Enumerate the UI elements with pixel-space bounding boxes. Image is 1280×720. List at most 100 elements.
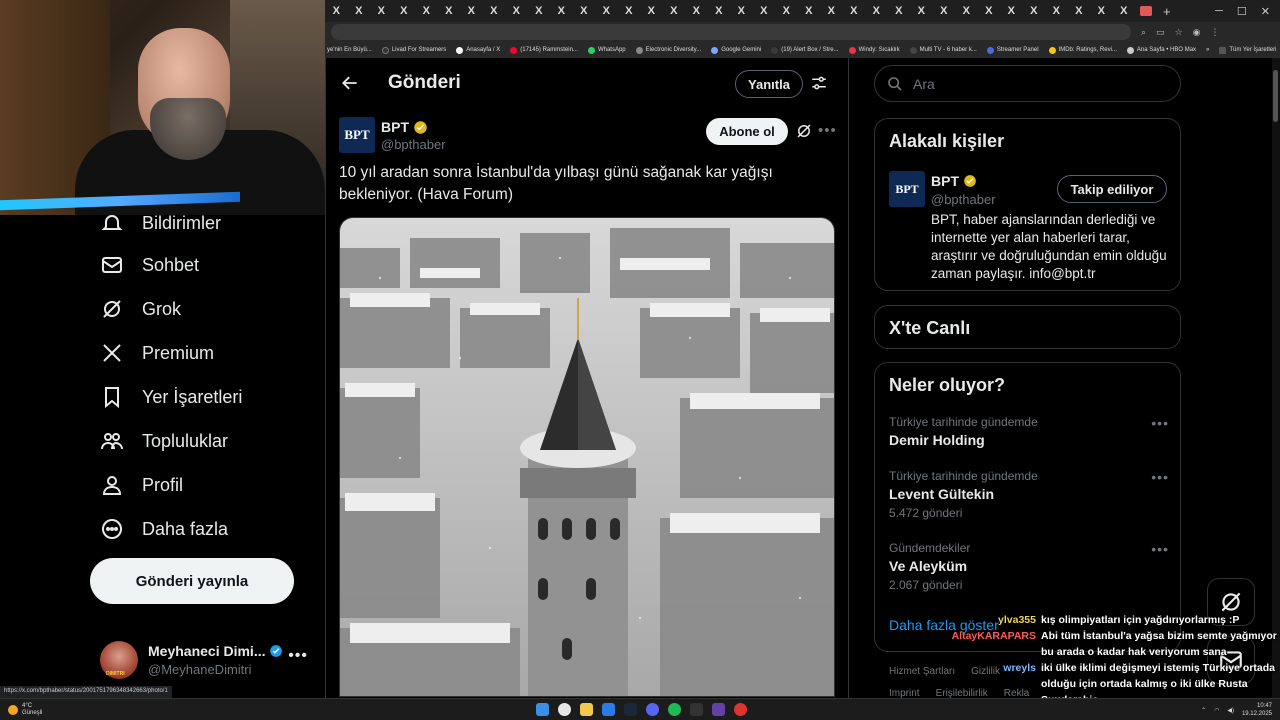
tab-x[interactable]: X xyxy=(1045,5,1068,17)
network-icon[interactable]: ◠ xyxy=(1214,707,1219,714)
chevron-up-icon[interactable]: ⌃ xyxy=(1201,707,1206,714)
reply-button[interactable]: Yanıtla xyxy=(735,70,803,98)
more-horizontal-icon[interactable]: ••• xyxy=(1151,415,1169,431)
active-tab-favicon[interactable] xyxy=(1140,6,1152,16)
bookmark-item[interactable]: (17145) Rammstein... xyxy=(510,46,578,54)
bookmark-item[interactable]: Google Gemini xyxy=(711,46,761,54)
tab-x[interactable]: X xyxy=(775,5,798,17)
volume-icon[interactable]: ◀) xyxy=(1227,707,1234,714)
tab-x[interactable]: X xyxy=(1068,5,1091,17)
tab-x[interactable]: X xyxy=(1113,5,1136,17)
obs-icon[interactable] xyxy=(734,703,747,716)
discord-icon[interactable] xyxy=(646,703,659,716)
bookmarks-overflow-icon[interactable]: » xyxy=(1206,47,1209,53)
close-window-icon[interactable]: ✕ xyxy=(1261,5,1270,18)
tab-x[interactable]: X xyxy=(573,5,596,17)
spotify-icon[interactable] xyxy=(668,703,681,716)
tab-x[interactable]: X xyxy=(708,5,731,17)
more-horizontal-icon[interactable]: ••• xyxy=(1151,541,1169,557)
tab-x[interactable]: X xyxy=(978,5,1001,17)
sidebar-item-grok[interactable]: Grok xyxy=(100,297,181,321)
tab-x[interactable]: X xyxy=(910,5,933,17)
footer-link[interactable]: Hizmet Şartları xyxy=(889,666,955,677)
tab-x[interactable]: X xyxy=(1090,5,1113,17)
tab-x[interactable]: X xyxy=(955,5,978,17)
minimize-icon[interactable]: ─ xyxy=(1215,5,1223,18)
sidebar-item-bookmarks[interactable]: Yer İşaretleri xyxy=(100,385,242,409)
bookmark-item[interactable]: Multi TV - 6 haber k... xyxy=(909,46,977,54)
page-scrollbar[interactable] xyxy=(1272,58,1280,698)
star-icon[interactable]: ☆ xyxy=(1175,27,1183,38)
zoom-icon[interactable]: ⌕ xyxy=(1141,27,1146,38)
account-switcher[interactable]: DIMITRI Meyhaneci Dimi... @MeyhaneDimitr… xyxy=(100,635,320,685)
back-arrow-icon[interactable] xyxy=(340,73,360,93)
tweet-author-avatar[interactable]: BPT xyxy=(339,117,375,153)
post-button[interactable]: Gönderi yayınla xyxy=(90,558,294,604)
epic-games-icon[interactable] xyxy=(690,703,703,716)
start-icon[interactable] xyxy=(536,703,549,716)
grok-icon[interactable] xyxy=(795,122,813,140)
all-bookmarks-folder[interactable]: Tüm Yer İşaretleri xyxy=(1219,46,1276,54)
tab-x[interactable]: X xyxy=(843,5,866,17)
search-input[interactable]: Ara xyxy=(874,65,1181,102)
tab-x[interactable]: X xyxy=(888,5,911,17)
tab-x[interactable]: X xyxy=(798,5,821,17)
app-icon[interactable] xyxy=(712,703,725,716)
tab-x[interactable]: X xyxy=(640,5,663,17)
bookmark-item[interactable]: WhatsApp xyxy=(587,46,626,54)
maximize-icon[interactable]: ☐ xyxy=(1237,5,1247,18)
bookmark-item[interactable]: Anasayfa / X xyxy=(456,46,500,54)
tab-x[interactable]: X xyxy=(438,5,461,17)
tab-x[interactable]: X xyxy=(550,5,573,17)
sidebar-item-chat[interactable]: Sohbet xyxy=(100,253,199,277)
new-tab-icon[interactable]: + xyxy=(1163,4,1171,19)
tweet-photo[interactable] xyxy=(339,217,835,697)
clock[interactable]: 10:47 19.12.2025 xyxy=(1242,702,1272,718)
tab-x[interactable]: X xyxy=(595,5,618,17)
tab-x[interactable]: X xyxy=(865,5,888,17)
tab-x[interactable]: X xyxy=(505,5,528,17)
filter-icon[interactable] xyxy=(810,74,828,92)
app-icon[interactable] xyxy=(602,703,615,716)
subscribe-button[interactable]: Abone ol xyxy=(706,118,788,145)
steam-icon[interactable] xyxy=(624,703,637,716)
tab-x[interactable]: X xyxy=(370,5,393,17)
chrome-icon[interactable] xyxy=(558,703,571,716)
related-name[interactable]: BPT xyxy=(931,173,977,189)
sidebar-item-more[interactable]: Daha fazla xyxy=(100,517,228,541)
tab-x[interactable]: X xyxy=(1000,5,1023,17)
cast-icon[interactable]: ▭ xyxy=(1156,27,1165,38)
trend-item[interactable]: Gündemdekiler Ve Aleyküm 2.067 gönderi •… xyxy=(889,541,1169,592)
sidebar-item-communities[interactable]: Topluluklar xyxy=(100,429,228,453)
related-avatar[interactable]: BPT xyxy=(889,171,925,207)
extension-icon[interactable]: ◉ xyxy=(1193,27,1201,38)
tab-x[interactable]: X xyxy=(618,5,641,17)
more-horizontal-icon[interactable]: ••• xyxy=(818,122,837,139)
tab-x[interactable]: X xyxy=(820,5,843,17)
tab-x[interactable]: X xyxy=(325,5,348,17)
tab-x[interactable]: X xyxy=(348,5,371,17)
tweet-author-handle[interactable]: @bpthaber xyxy=(381,137,446,152)
bookmark-item[interactable]: Streamer Panel xyxy=(986,46,1039,54)
bookmark-item[interactable]: Ana Sayfa • HBO Max xyxy=(1126,46,1196,54)
sidebar-item-profile[interactable]: Profil xyxy=(100,473,183,497)
more-horizontal-icon[interactable]: ••• xyxy=(288,647,308,665)
more-horizontal-icon[interactable]: ••• xyxy=(1151,469,1169,485)
tab-x[interactable]: X xyxy=(528,5,551,17)
tab-x[interactable]: X xyxy=(730,5,753,17)
sidebar-item-premium[interactable]: Premium xyxy=(100,341,214,365)
tab-x[interactable]: X xyxy=(753,5,776,17)
file-explorer-icon[interactable] xyxy=(580,703,593,716)
tab-x[interactable]: X xyxy=(663,5,686,17)
weather-widget[interactable]: 4°C Güneşli xyxy=(8,703,42,717)
tab-x[interactable]: X xyxy=(415,5,438,17)
bookmark-item[interactable]: Electronic Diversity... xyxy=(635,46,701,54)
tab-x[interactable]: X xyxy=(685,5,708,17)
scroll-thumb[interactable] xyxy=(1273,70,1278,122)
live-on-x-card[interactable]: X'te Canlı xyxy=(874,305,1181,349)
menu-icon[interactable]: ⋮ xyxy=(1211,27,1220,38)
tab-x[interactable]: X xyxy=(393,5,416,17)
bookmark-item[interactable]: Windy: Sıcaklık xyxy=(848,46,900,54)
bookmark-item[interactable]: IMDb: Ratings, Revi... xyxy=(1048,46,1117,54)
tab-x[interactable]: X xyxy=(933,5,956,17)
